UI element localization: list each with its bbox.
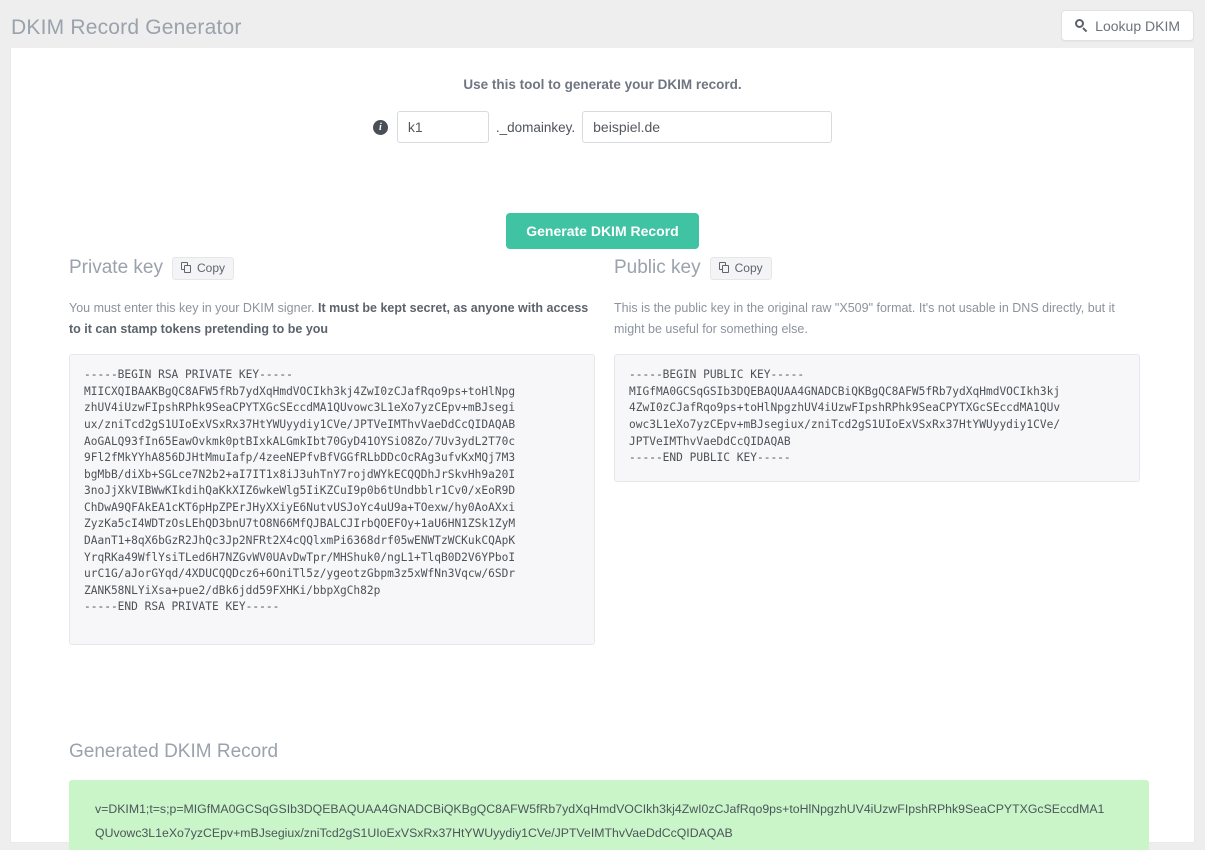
- public-key-panel: Public key Copy This is the public key i…: [614, 255, 1149, 483]
- search-icon: [1075, 19, 1088, 33]
- generate-button-wrap: Generate DKIM Record: [11, 213, 1194, 249]
- generated-record-section: Generated DKIM Record v=DKIM1;t=s;p=MIGf…: [69, 741, 1149, 850]
- lookup-dkim-label: Lookup DKIM: [1095, 17, 1180, 34]
- public-key-textarea[interactable]: -----BEGIN PUBLIC KEY----- MIGfMA0GCSqGS…: [614, 354, 1140, 483]
- private-key-title: Private key: [69, 257, 163, 278]
- main-card: Use this tool to generate your DKIM reco…: [10, 48, 1195, 850]
- generated-record-title: Generated DKIM Record: [69, 741, 279, 762]
- selector-input[interactable]: [396, 111, 489, 143]
- copy-public-key-label: Copy: [734, 261, 763, 275]
- public-key-title: Public key: [614, 257, 701, 278]
- copy-private-key-label: Copy: [196, 261, 225, 275]
- domain-input[interactable]: [582, 111, 833, 143]
- copy-icon: [718, 262, 730, 274]
- generated-record-value[interactable]: v=DKIM1;t=s;p=MIGfMA0GCSqGSIb3DQEBAQUAA4…: [95, 798, 1105, 846]
- copy-icon: [180, 262, 192, 274]
- private-key-header: Private key Copy: [69, 255, 604, 281]
- generate-dkim-record-button[interactable]: Generate DKIM Record: [506, 213, 699, 249]
- intro-text: Use this tool to generate your DKIM reco…: [463, 77, 742, 92]
- dkim-generator-page: DKIM Record Generator Lookup DKIM Use th…: [0, 0, 1205, 850]
- private-key-description: You must enter this key in your DKIM sig…: [69, 298, 589, 339]
- lookup-dkim-button[interactable]: Lookup DKIM: [1061, 10, 1194, 41]
- copy-public-key-button[interactable]: Copy: [709, 256, 772, 280]
- topbar: DKIM Record Generator Lookup DKIM: [0, 0, 1205, 48]
- info-icon[interactable]: i: [372, 119, 388, 135]
- public-key-description: This is the public key in the original r…: [614, 301, 1115, 336]
- private-key-desc-plain: You must enter this key in your DKIM sig…: [69, 301, 318, 315]
- copy-private-key-button[interactable]: Copy: [171, 256, 234, 280]
- generated-record-box: v=DKIM1;t=s;p=MIGfMA0GCSqGSIb3DQEBAQUAA4…: [69, 780, 1149, 850]
- private-key-textarea[interactable]: -----BEGIN RSA PRIVATE KEY----- MIICXQIB…: [69, 354, 595, 646]
- public-key-header: Public key Copy: [614, 255, 1149, 281]
- private-key-panel: Private key Copy You must enter this key…: [69, 255, 604, 646]
- page-title: DKIM Record Generator: [11, 16, 242, 39]
- domainkey-label: ._domainkey.: [495, 119, 576, 135]
- dkim-form: i ._domainkey.: [11, 111, 1194, 143]
